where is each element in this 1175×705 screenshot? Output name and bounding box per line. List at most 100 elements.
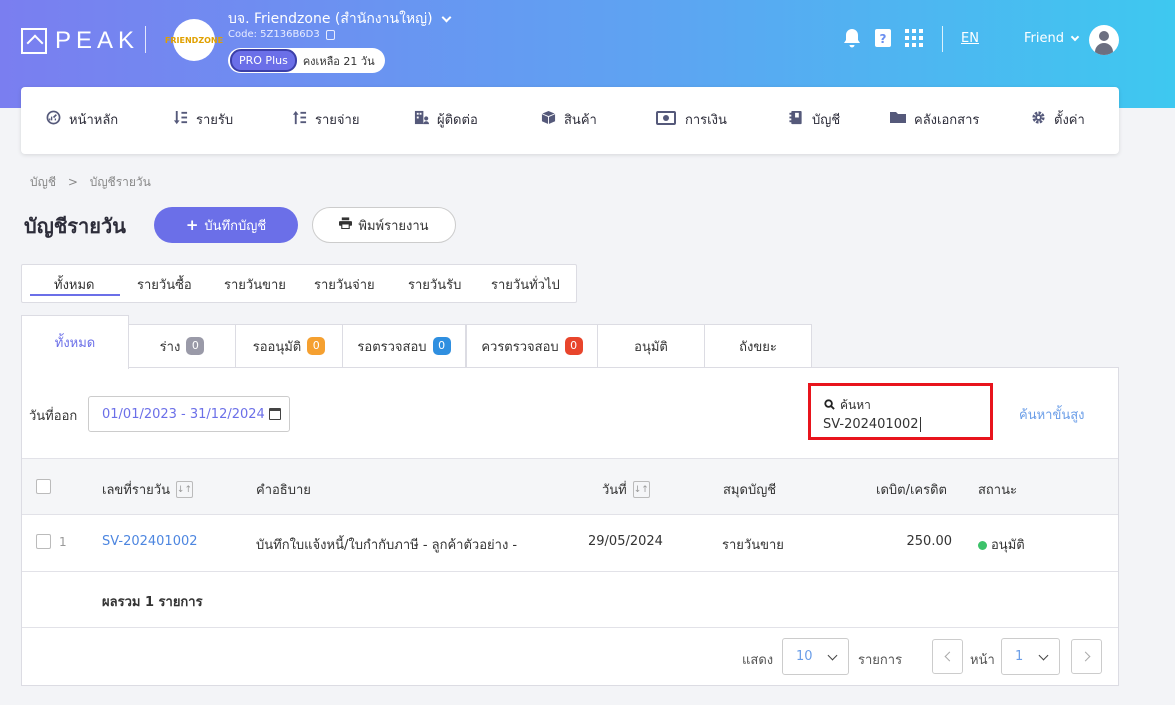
row-number-link[interactable]: SV-202401002 (102, 534, 198, 549)
company-avatar-text: FRIENDZONE (164, 35, 224, 45)
user-avatar[interactable] (1089, 25, 1119, 55)
row-select: 1 (36, 534, 67, 549)
logo-text: PEAK (55, 27, 140, 54)
box-icon (540, 110, 556, 129)
income-icon (172, 110, 188, 129)
next-page-button[interactable] (1071, 639, 1102, 674)
nav-item-products[interactable]: สินค้า (540, 109, 597, 130)
user-name: Friend (1024, 31, 1064, 46)
header-divider (145, 26, 146, 53)
date-range-input[interactable]: 01/01/2023 - 31/12/2024 (88, 396, 290, 432)
company-avatar[interactable]: FRIENDZONE (165, 19, 223, 61)
table-summary: ผลรวม 1 รายการ (22, 572, 1118, 628)
search-input[interactable]: SV-202401002 (823, 417, 921, 432)
tab-label: ควรตรวจสอบ (481, 339, 559, 355)
tab-status-approved[interactable]: อนุมัติ (597, 324, 705, 368)
nav-item-expense[interactable]: รายจ่าย (291, 109, 359, 130)
nav-item-documents[interactable]: คลังเอกสาร (890, 109, 979, 130)
chevron-down-icon (441, 12, 451, 22)
tab-journal-payment[interactable]: รายวันจ่าย (314, 274, 375, 295)
company-name: บจ. Friendzone (สำนักงานใหญ่) (228, 11, 433, 27)
tab-journal-general[interactable]: รายวันทั่วไป (491, 274, 560, 295)
ledger-icon (788, 110, 804, 129)
copy-icon[interactable] (325, 29, 335, 40)
prev-page-button[interactable] (932, 639, 963, 674)
nav-item-contacts[interactable]: ผู้ติดต่อ (413, 109, 478, 130)
summary-text: ผลรวม 1 รายการ (102, 595, 203, 610)
tab-label: รอตรวจสอบ (357, 339, 427, 355)
journal-table: เลขที่รายวัน ↓↑ คำอธิบาย วันที่ ↓↑ สมุดบ… (22, 458, 1118, 628)
print-report-label: พิมพ์รายงาน (358, 218, 429, 234)
search-label: ค้นหา (824, 396, 871, 415)
page-size-select[interactable]: 10 (782, 638, 849, 675)
header-label: คำอธิบาย (256, 483, 311, 498)
tab-status-pending-approval[interactable]: รออนุมัติ 0 (235, 324, 343, 368)
tab-status-draft[interactable]: ร่าง 0 (128, 324, 236, 368)
nav-item-label: ตั้งค่า (1054, 113, 1085, 128)
search-field[interactable]: ค้นหา SV-202401002 (808, 383, 993, 440)
chevron-right-icon (1080, 651, 1090, 662)
tab-label: ร่าง (159, 339, 181, 355)
tab-label: ทั้งหมด (54, 336, 96, 351)
page-size-value: 10 (796, 649, 813, 664)
search-icon (824, 398, 835, 413)
tab-status-trash[interactable]: ถังขยะ (704, 324, 812, 368)
header-date[interactable]: วันที่ ↓↑ (602, 479, 650, 500)
table-row[interactable]: 1 SV-202401002 บันทึกใบแจ้งหนี้/ใบกำกับภ… (22, 515, 1118, 572)
bell-icon[interactable] (842, 28, 862, 48)
tab-status-should-review[interactable]: ควรตรวจสอบ 0 (466, 324, 598, 368)
tab-journal-receipt[interactable]: รายวันรับ (408, 274, 461, 295)
advanced-search-link[interactable]: ค้นหาขั้นสูง (1019, 404, 1085, 425)
record-journal-button[interactable]: + บันทึกบัญชี (154, 207, 298, 243)
language-switch[interactable]: EN (961, 31, 979, 46)
nav-item-settings[interactable]: ตั้งค่า (1030, 109, 1085, 130)
peak-logo[interactable]: PEAK (21, 27, 139, 55)
calendar-icon (269, 408, 281, 420)
row-checkbox[interactable] (36, 534, 51, 549)
nav-item-income[interactable]: รายรับ (172, 109, 233, 130)
nav-item-finance[interactable]: การเงิน (655, 109, 727, 130)
dashboard-icon (45, 110, 61, 129)
plan-label: PRO Plus (230, 49, 297, 72)
tab-journal-sales[interactable]: รายวันขาย (224, 274, 286, 295)
header-label: เดบิต/เครดิต (876, 483, 947, 498)
user-menu[interactable]: Friend (1024, 31, 1080, 46)
nav-item-label: สินค้า (564, 113, 597, 128)
journal-list-panel: วันที่ออก 01/01/2023 - 31/12/2024 ค้นหา … (21, 367, 1119, 686)
checkbox[interactable] (36, 479, 51, 494)
plus-icon: + (185, 216, 199, 234)
chevron-down-icon (1038, 650, 1049, 661)
tab-journal-purchase[interactable]: รายวันซื้อ (137, 274, 192, 295)
company-switcher[interactable]: บจ. Friendzone (สำนักงานใหญ่) (228, 8, 451, 30)
header-label: วันที่ (602, 483, 627, 498)
print-report-button[interactable]: พิมพ์รายงาน (312, 207, 456, 243)
pagination: แสดง 10 รายการ หน้า 1 (22, 638, 1118, 675)
journal-type-tabs: ทั้งหมด รายวันซื้อ รายวันขาย รายวันจ่าย … (21, 264, 577, 303)
sort-icon[interactable]: ↓↑ (632, 481, 650, 498)
active-tab-indicator (30, 294, 120, 296)
header-number[interactable]: เลขที่รายวัน ↓↑ (102, 479, 193, 500)
help-book-icon[interactable]: ? (873, 28, 893, 48)
tab-status-pending-review[interactable]: รอตรวจสอบ 0 (342, 324, 466, 368)
page-select[interactable]: 1 (1001, 638, 1060, 675)
tab-status-all[interactable]: ทั้งหมด (21, 315, 129, 369)
nav-item-label: คลังเอกสาร (914, 113, 980, 128)
count-badge: 0 (432, 337, 451, 355)
breadcrumb-current: บัญชีรายวัน (89, 175, 151, 189)
printer-icon (339, 217, 353, 233)
tab-journal-all[interactable]: ทั้งหมด (54, 274, 95, 295)
money-icon (655, 110, 677, 129)
breadcrumb-root[interactable]: บัญชี (30, 175, 56, 189)
plan-badge[interactable]: PRO Plus คงเหลือ 21 วัน (228, 48, 385, 73)
apps-grid-icon[interactable] (904, 28, 924, 48)
nav-item-label: รายรับ (196, 113, 234, 128)
header-amount: เดบิต/เครดิต (876, 479, 947, 500)
sort-icon[interactable]: ↓↑ (175, 481, 193, 498)
nav-item-home[interactable]: หน้าหลัก (45, 109, 118, 130)
header-status: สถานะ (978, 479, 1017, 500)
breadcrumb-separator: > (67, 175, 78, 189)
nav-item-accounting[interactable]: บัญชี (788, 109, 840, 130)
svg-text:?: ? (880, 32, 887, 46)
header-label: สถานะ (978, 483, 1017, 498)
select-all-checkbox[interactable] (36, 479, 51, 494)
